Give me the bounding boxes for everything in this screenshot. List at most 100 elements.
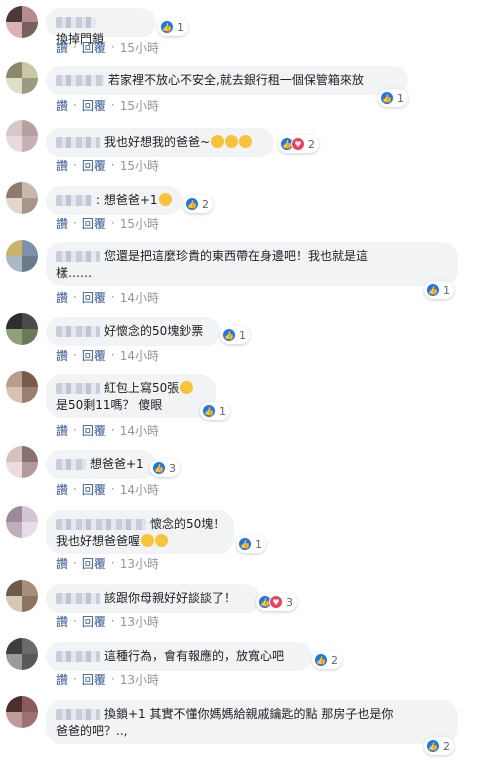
reply-link[interactable]: 回覆 — [82, 97, 106, 114]
like-icon: 👍 — [314, 653, 328, 667]
reply-link[interactable]: 回覆 — [82, 215, 106, 232]
reply-link[interactable]: 回覆 — [82, 39, 106, 56]
avatar[interactable] — [6, 120, 38, 152]
reaction-summary[interactable]: 👍 3 — [150, 459, 180, 477]
reaction-count: 3 — [286, 595, 293, 609]
like-link[interactable]: 讚 — [56, 157, 68, 174]
reaction-summary[interactable]: 👍 1 — [158, 18, 188, 36]
comment-actions: 讚 · 回覆 · 13小時 — [56, 613, 159, 630]
reaction-summary[interactable]: 👍 1 — [220, 326, 250, 344]
comment-timestamp[interactable]: 14小時 — [120, 422, 159, 439]
reaction-count: 2 — [443, 739, 450, 753]
avatar[interactable] — [6, 182, 38, 214]
reaction-summary[interactable]: 👍 2 — [183, 195, 213, 213]
comment-text-continued: 爸爸的吧？.., — [56, 724, 128, 738]
commenter-name[interactable] — [56, 593, 100, 604]
comment-actions: 讚 · 回覆 · 15小時 — [56, 215, 159, 232]
crying-emoji-icon — [141, 534, 155, 547]
like-link[interactable]: 讚 — [56, 39, 68, 56]
comment-bubble: 好懷念的50塊鈔票 — [46, 317, 220, 346]
reaction-count: 1 — [177, 20, 184, 34]
comment-bubble: 若家裡不放心不安全,就去銀行租一個保管箱來放 — [46, 66, 408, 95]
like-link[interactable]: 讚 — [56, 347, 68, 364]
commenter-name[interactable] — [56, 383, 100, 394]
comment-timestamp[interactable]: 14小時 — [120, 289, 159, 306]
reply-link[interactable]: 回覆 — [82, 422, 106, 439]
like-link[interactable]: 讚 — [56, 613, 68, 630]
commenter-name[interactable] — [56, 326, 100, 337]
comment-timestamp[interactable]: 15小時 — [120, 39, 159, 56]
like-icon: 👍 — [222, 328, 236, 342]
comment-timestamp[interactable]: 14小時 — [120, 347, 159, 364]
comment-actions: 讚 · 回覆 · 14小時 — [56, 347, 159, 364]
reply-link[interactable]: 回覆 — [82, 613, 106, 630]
reaction-summary[interactable]: 👍 ♥ 3 — [256, 593, 297, 611]
reaction-summary[interactable]: 👍 1 — [424, 281, 454, 299]
reaction-count: 1 — [255, 537, 262, 551]
reaction-summary[interactable]: 👍 1 — [378, 89, 408, 107]
comment-bubble: 您還是把這麼珍貴的東西帶在身邊吧！我也就是這 樣…… — [46, 242, 458, 286]
like-link[interactable]: 讚 — [56, 215, 68, 232]
reaction-summary[interactable]: 👍 1 — [236, 535, 266, 553]
reaction-summary[interactable]: 👍 2 — [312, 651, 342, 669]
commenter-name[interactable] — [56, 459, 86, 470]
like-link[interactable]: 讚 — [56, 671, 68, 688]
crying-emoji-icon — [225, 135, 239, 148]
comment-bubble: 懷念的50塊！ 我也好想爸爸喔 — [46, 510, 234, 554]
avatar[interactable] — [6, 580, 38, 612]
comment-text: 好懷念的50塊鈔票 — [104, 324, 204, 338]
avatar[interactable] — [6, 446, 38, 478]
like-icon: 👍 — [426, 739, 440, 753]
commenter-name[interactable] — [56, 651, 100, 662]
commenter-name[interactable] — [56, 137, 100, 148]
like-link[interactable]: 讚 — [56, 422, 68, 439]
comment-text-continued: 樣…… — [56, 266, 93, 280]
comment-timestamp[interactable]: 13小時 — [120, 613, 159, 630]
avatar[interactable] — [6, 313, 38, 345]
commenter-name[interactable] — [56, 75, 104, 86]
like-icon: 👍 — [152, 461, 166, 475]
like-link[interactable]: 讚 — [56, 289, 68, 306]
comment-actions: 讚 · 回覆 · 14小時 — [56, 422, 159, 439]
commenter-name[interactable] — [56, 709, 100, 720]
commenter-name[interactable] — [56, 195, 92, 206]
comment-timestamp[interactable]: 14小時 — [120, 481, 159, 498]
reply-link[interactable]: 回覆 — [82, 555, 106, 572]
reaction-summary[interactable]: 👍 2 — [424, 737, 454, 755]
avatar[interactable] — [6, 240, 38, 272]
avatar[interactable] — [6, 506, 38, 538]
commenter-name[interactable] — [56, 519, 146, 530]
like-link[interactable]: 讚 — [56, 97, 68, 114]
reply-link[interactable]: 回覆 — [82, 671, 106, 688]
comment-timestamp[interactable]: 13小時 — [120, 555, 159, 572]
commenter-name[interactable] — [56, 17, 96, 28]
comment-bubble: : 想爸爸+1 — [46, 186, 182, 215]
like-icon: 👍 — [238, 537, 252, 551]
comment-timestamp[interactable]: 13小時 — [120, 671, 159, 688]
comment-timestamp[interactable]: 15小時 — [120, 215, 159, 232]
comment-text: 我也好想我的爸爸~ — [104, 135, 211, 149]
reaction-summary[interactable]: 👍 1 — [200, 402, 230, 420]
avatar[interactable] — [6, 62, 38, 94]
reply-link[interactable]: 回覆 — [82, 289, 106, 306]
like-link[interactable]: 讚 — [56, 481, 68, 498]
comment-timestamp[interactable]: 15小時 — [120, 97, 159, 114]
reply-link[interactable]: 回覆 — [82, 481, 106, 498]
reply-link[interactable]: 回覆 — [82, 157, 106, 174]
reply-link[interactable]: 回覆 — [82, 347, 106, 364]
like-link[interactable]: 讚 — [56, 555, 68, 572]
reaction-count: 1 — [397, 91, 404, 105]
avatar[interactable] — [6, 6, 38, 38]
reaction-count: 2 — [202, 197, 209, 211]
reaction-summary[interactable]: 👍 ♥ 2 — [278, 135, 319, 153]
comment-bubble: 該跟你母親好好談談了！ — [46, 584, 260, 613]
comment-actions: 讚 · 回覆 · 15小時 — [56, 157, 159, 174]
comment-bubble: 紅包上寫50張 是50剩11嗎？ 傻眼 — [46, 374, 216, 418]
avatar[interactable] — [6, 696, 38, 728]
sad-emoji-icon — [158, 193, 172, 206]
avatar[interactable] — [6, 371, 38, 403]
commenter-name[interactable] — [56, 251, 100, 262]
reaction-count: 1 — [239, 328, 246, 342]
avatar[interactable] — [6, 638, 38, 670]
comment-timestamp[interactable]: 15小時 — [120, 157, 159, 174]
